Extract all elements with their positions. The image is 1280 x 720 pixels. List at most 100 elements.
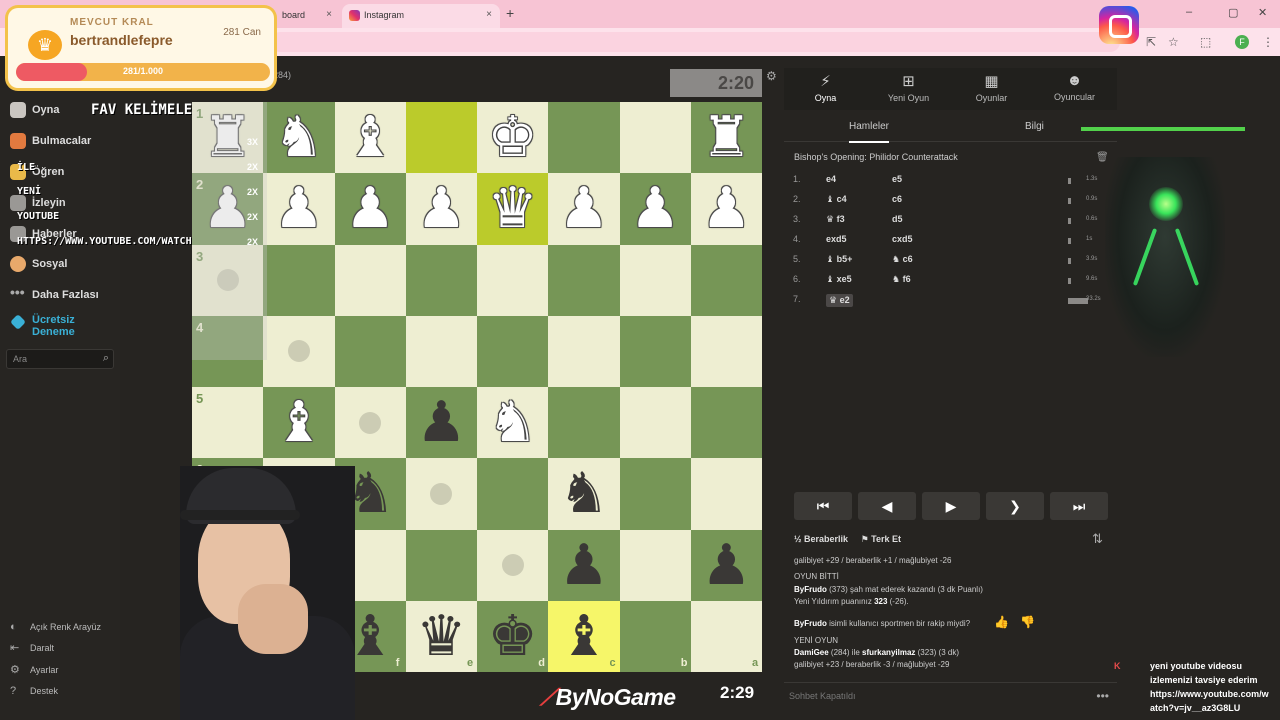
board-square-e1[interactable] bbox=[405, 102, 477, 174]
black-move[interactable]: d5 bbox=[892, 214, 903, 224]
board-square-c3[interactable] bbox=[548, 244, 620, 316]
white-piece-a1[interactable]: ♜ bbox=[691, 102, 762, 173]
white-piece-f1[interactable]: ♝ bbox=[335, 102, 406, 173]
window-close-button[interactable]: ✕ bbox=[1258, 6, 1267, 19]
tab-close-icon[interactable]: × bbox=[326, 9, 332, 20]
white-move[interactable]: exd5 bbox=[826, 234, 847, 244]
sidebar-item-play[interactable]: Oyna bbox=[10, 102, 60, 122]
board-settings-icon[interactable]: ⚙ bbox=[766, 69, 777, 83]
white-piece-d5[interactable]: ♞ bbox=[477, 387, 548, 458]
sidebar-item-more[interactable]: ••• Daha Fazlası bbox=[10, 285, 99, 307]
white-piece-b2[interactable]: ♟ bbox=[620, 173, 691, 244]
board-square-a3[interactable] bbox=[690, 244, 762, 316]
white-piece-g2[interactable]: ♟ bbox=[263, 173, 334, 244]
bookmark-star-icon[interactable]: ☆ bbox=[1168, 35, 1179, 49]
board-square-a6[interactable] bbox=[690, 458, 762, 530]
board-square-c4[interactable] bbox=[548, 315, 620, 387]
black-piece-c7[interactable]: ♟ bbox=[548, 530, 619, 601]
white-piece-f2[interactable]: ♟ bbox=[335, 173, 406, 244]
board-square-e4[interactable] bbox=[405, 315, 477, 387]
install-icon[interactable]: ⇱ bbox=[1146, 35, 1156, 49]
board-square-b1[interactable] bbox=[619, 102, 691, 174]
light-theme-toggle[interactable]: ◐ Açık Renk Arayüz bbox=[10, 621, 101, 635]
board-square-d4[interactable] bbox=[477, 315, 549, 387]
tab-games[interactable]: ▦ Oyunlar bbox=[950, 72, 1033, 103]
white-move[interactable]: ♝ b5+ bbox=[826, 254, 852, 265]
thumbs-down-icon[interactable]: 👎 bbox=[1020, 615, 1035, 629]
prev-move-button[interactable]: ◀ bbox=[858, 492, 916, 520]
white-piece-e2[interactable]: ♟ bbox=[406, 173, 477, 244]
board-square-b4[interactable] bbox=[619, 315, 691, 387]
support-button[interactable]: ? Destek bbox=[10, 685, 58, 699]
white-move[interactable]: ♛ f3 bbox=[826, 214, 845, 225]
resign-button[interactable]: ⚑ Terk Et bbox=[861, 534, 901, 544]
next-move-button[interactable]: ❯ bbox=[986, 492, 1044, 520]
board-square-a4[interactable] bbox=[690, 315, 762, 387]
white-move[interactable]: ♝ c4 bbox=[826, 194, 847, 205]
white-move[interactable]: e4 bbox=[826, 174, 836, 184]
black-move[interactable]: ♞ c6 bbox=[892, 254, 913, 265]
legal-move-dot[interactable] bbox=[359, 411, 382, 434]
black-move[interactable]: cxd5 bbox=[892, 234, 913, 244]
black-piece-a7[interactable]: ♟ bbox=[691, 530, 762, 601]
board-square-f4[interactable] bbox=[334, 315, 406, 387]
play-button[interactable]: ▶ bbox=[922, 492, 980, 520]
chat-options-icon[interactable]: ••• bbox=[1096, 689, 1109, 703]
search-icon[interactable]: ⌕ bbox=[103, 352, 109, 365]
sidebar-item-social[interactable]: Sosyal bbox=[10, 256, 67, 276]
profile-avatar[interactable]: F bbox=[1235, 35, 1249, 49]
white-move[interactable]: ♝ xe5 bbox=[826, 274, 852, 285]
board-square-g3[interactable] bbox=[263, 244, 335, 316]
search-input[interactable]: Ara ⌕ bbox=[6, 349, 114, 369]
board-square-e7[interactable] bbox=[405, 529, 477, 601]
flip-board-icon[interactable]: ⇅ bbox=[1092, 531, 1103, 547]
legal-move-dot[interactable] bbox=[501, 554, 524, 577]
board-square-f3[interactable] bbox=[334, 244, 406, 316]
black-move[interactable]: e5 bbox=[892, 174, 902, 184]
board-square-c5[interactable] bbox=[548, 387, 620, 459]
white-piece-d1[interactable]: ♚ bbox=[477, 102, 548, 173]
first-move-button[interactable]: ⏮ bbox=[794, 492, 852, 520]
tab-instagram[interactable]: Instagram × bbox=[342, 4, 500, 28]
extensions-icon[interactable]: ⬚ bbox=[1200, 35, 1211, 49]
tab-close-icon[interactable]: × bbox=[486, 9, 492, 20]
black-piece-c8[interactable]: ♝ bbox=[548, 601, 619, 672]
board-square-a5[interactable] bbox=[690, 387, 762, 459]
white-piece-g5[interactable]: ♝ bbox=[263, 387, 334, 458]
address-bar[interactable] bbox=[270, 32, 1120, 52]
tab-players[interactable]: ☻ Oyuncular bbox=[1033, 72, 1116, 102]
white-piece-d2[interactable]: ♛ bbox=[477, 173, 548, 244]
white-move[interactable]: ♛ e2 bbox=[826, 294, 853, 307]
black-move[interactable]: ♞ f6 bbox=[892, 274, 911, 285]
black-piece-c6[interactable]: ♞ bbox=[548, 458, 619, 529]
board-square-d3[interactable] bbox=[477, 244, 549, 316]
board-square-b7[interactable] bbox=[619, 529, 691, 601]
board-square-b6[interactable] bbox=[619, 458, 691, 530]
collapse-button[interactable]: ⇤ Daralt bbox=[10, 642, 54, 656]
browser-menu-icon[interactable]: ⋮ bbox=[1262, 35, 1274, 49]
board-square-b3[interactable] bbox=[619, 244, 691, 316]
board-square-e3[interactable] bbox=[405, 244, 477, 316]
white-piece-c2[interactable]: ♟ bbox=[548, 173, 619, 244]
board-square-b5[interactable] bbox=[619, 387, 691, 459]
black-piece-e5[interactable]: ♟ bbox=[406, 387, 477, 458]
board-square-d6[interactable] bbox=[477, 458, 549, 530]
white-piece-a2[interactable]: ♟ bbox=[691, 173, 762, 244]
black-piece-d8[interactable]: ♚ bbox=[477, 601, 548, 672]
sidebar-item-free-trial[interactable]: Ücretsiz Deneme bbox=[10, 314, 110, 342]
tab-play[interactable]: ⚡ Oyna bbox=[784, 72, 867, 103]
new-tab-button[interactable]: + bbox=[506, 5, 514, 21]
board-square-c1[interactable] bbox=[548, 102, 620, 174]
minimize-button[interactable]: – bbox=[1186, 6, 1192, 18]
tab-info[interactable]: Bilgi bbox=[1025, 121, 1044, 132]
maximize-button[interactable]: ▢ bbox=[1228, 6, 1238, 19]
tab-new-game[interactable]: ⊞ Yeni Oyun bbox=[867, 72, 950, 103]
thumbs-up-icon[interactable]: 👍 bbox=[994, 615, 1009, 629]
settings-button[interactable]: ⚙ Ayarlar bbox=[10, 664, 58, 678]
black-piece-e8[interactable]: ♛ bbox=[406, 601, 477, 672]
white-piece-g1[interactable]: ♞ bbox=[263, 102, 334, 173]
chat-input[interactable]: Sohbet Kapatıldı ••• bbox=[784, 682, 1117, 708]
tab-moves[interactable]: Hamleler bbox=[849, 121, 890, 143]
draw-button[interactable]: ½ Beraberlik bbox=[794, 534, 848, 544]
sidebar-item-puzzles[interactable]: Bulmacalar bbox=[10, 133, 91, 153]
